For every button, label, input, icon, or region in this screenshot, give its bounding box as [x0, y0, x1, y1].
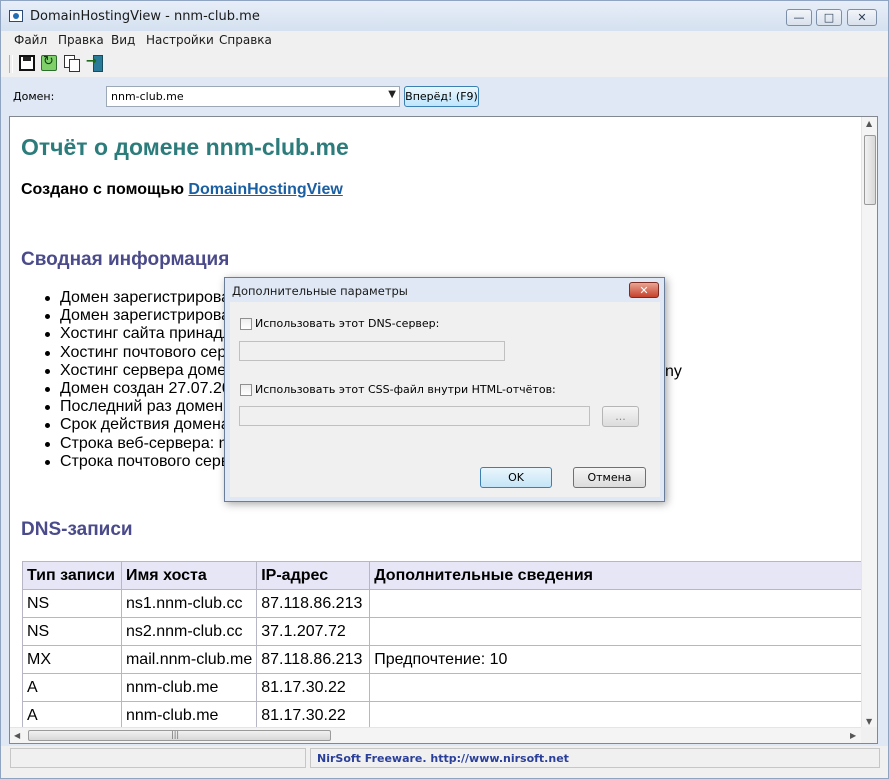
summary-item: Строка веб-сервера: n [42, 435, 236, 453]
summary-item: Хостинг сайта принадл [42, 325, 236, 343]
table-cell: 87.118.86.213 [256, 589, 371, 618]
table-cell: Предпочтение: 10 [369, 645, 862, 674]
table-cell: A [22, 673, 122, 702]
status-panel-right: NirSoft Freeware. http://www.nirsoft.net [310, 748, 880, 768]
refresh-icon[interactable] [41, 54, 57, 71]
column-header: Дополнительные сведения [369, 561, 862, 590]
summary-item: Хостинг почтового серв [42, 344, 236, 362]
scroll-up-icon[interactable]: ▲ [866, 119, 872, 128]
domain-combobox[interactable]: nnm-club.me ▼ [106, 86, 400, 107]
horizontal-scroll-thumb[interactable]: ||| [28, 730, 331, 741]
dialog-body: Использовать этот DNS-сервер: Использова… [230, 302, 660, 497]
summary-item: Последний раз домен о [42, 398, 236, 416]
minimize-button[interactable]: — [786, 9, 812, 26]
domain-value[interactable]: nnm-club.me [111, 90, 184, 103]
summary-item: Хостинг сервера доме [42, 362, 236, 380]
table-row: MX mail.nnm-club.me 87.118.86.213 Предпо… [22, 645, 862, 674]
browse-button[interactable]: ... [602, 406, 639, 427]
table-row: NS ns2.nnm-club.cc 37.1.207.72 [22, 617, 862, 646]
column-header: IP-адрес [256, 561, 371, 590]
column-header: Имя хоста [120, 561, 258, 590]
summary-list: Домен зарегистрирова Домен зарегистриров… [42, 289, 236, 471]
table-header-row: Тип записи Имя хоста IP-адрес Дополнител… [22, 561, 862, 590]
toolbar [1, 49, 888, 77]
menu-edit[interactable]: Правка [58, 33, 104, 47]
report-title: Отчёт о домене nnm-club.me [21, 134, 349, 160]
go-button[interactable]: Вперёд! (F9) [404, 86, 479, 107]
table-cell [369, 701, 862, 729]
summary-item: Домен создан 27.07.20 [42, 380, 236, 398]
table-cell: ns2.nnm-club.cc [120, 617, 258, 646]
table-cell: ns1.nnm-club.cc [120, 589, 258, 618]
scroll-grip-icon: ||| [171, 730, 180, 739]
css-file-label[interactable]: Использовать этот CSS-файл внутри HTML-о… [255, 383, 556, 396]
ok-button[interactable]: OK [480, 467, 552, 488]
dns-heading: DNS-записи [21, 519, 133, 540]
menu-settings[interactable]: Настройки [146, 33, 214, 47]
close-button[interactable]: ✕ [847, 9, 877, 26]
table-cell: 37.1.207.72 [256, 617, 371, 646]
dialog-close-button[interactable]: ✕ [629, 282, 659, 298]
table-cell: nnm-club.me [120, 701, 258, 729]
save-icon[interactable] [19, 55, 35, 71]
horizontal-scrollbar[interactable]: ◀ ||| ▶ [10, 727, 861, 743]
dns-server-input[interactable] [239, 341, 505, 361]
app-icon [9, 10, 23, 22]
menu-bar: Файл Правка Вид Настройки Справка [1, 31, 888, 49]
window-title: DomainHostingView - nnm-club.me [30, 9, 260, 24]
table-cell: nnm-club.me [120, 673, 258, 702]
table-cell: 87.118.86.213 [256, 645, 371, 674]
table-cell [369, 617, 862, 646]
summary-item: Срок действия домена [42, 416, 236, 434]
status-bar: NirSoft Freeware. http://www.nirsoft.net [1, 746, 888, 778]
table-cell [369, 673, 862, 702]
summary-heading: Сводная информация [21, 249, 230, 270]
table-cell: mail.nnm-club.me [120, 645, 258, 674]
exit-icon[interactable] [86, 54, 103, 72]
status-panel-left [10, 748, 306, 768]
summary-item: Домен зарегистрирова [42, 307, 236, 325]
domain-label: Домен: [13, 90, 55, 103]
scroll-corner [861, 727, 877, 743]
dns-server-label[interactable]: Использовать этот DNS-сервер: [255, 317, 439, 330]
table-cell: NS [22, 617, 122, 646]
table-cell: A [22, 701, 122, 729]
table-cell: 81.17.30.22 [256, 701, 371, 729]
css-file-checkbox[interactable] [240, 384, 252, 396]
created-by-prefix: Создано с помощью [21, 181, 189, 198]
table-cell: MX [22, 645, 122, 674]
table-row: A nnm-club.me 81.17.30.22 [22, 673, 862, 702]
column-header: Тип записи [22, 561, 122, 590]
copy-icon[interactable] [64, 55, 80, 72]
domainhostingview-link[interactable]: DomainHostingView [188, 181, 342, 198]
menu-help[interactable]: Справка [219, 33, 272, 47]
table-cell: NS [22, 589, 122, 618]
dns-table: Тип записи Имя хоста IP-адрес Дополнител… [22, 561, 862, 729]
scroll-left-icon[interactable]: ◀ [14, 731, 20, 740]
summary-item: Строка почтового серв [42, 453, 236, 471]
dialog-title: Дополнительные параметры [232, 284, 408, 298]
dns-server-checkbox[interactable] [240, 318, 252, 330]
chevron-down-icon[interactable]: ▼ [388, 89, 396, 100]
cancel-button[interactable]: Отмена [573, 467, 646, 488]
css-file-input[interactable] [239, 406, 590, 426]
vertical-scroll-thumb[interactable] [864, 135, 876, 205]
menu-view[interactable]: Вид [111, 33, 135, 47]
maximize-button[interactable]: □ [816, 9, 842, 26]
vertical-scrollbar[interactable]: ▲ ▼ [861, 117, 877, 729]
table-cell: 81.17.30.22 [256, 673, 371, 702]
table-row: A nnm-club.me 81.17.30.22 [22, 701, 862, 729]
created-by-line: Создано с помощью DomainHostingView [21, 181, 343, 199]
table-cell [369, 589, 862, 618]
scroll-down-icon[interactable]: ▼ [866, 717, 872, 726]
summary-item-tail: ny [665, 363, 682, 380]
menu-file[interactable]: Файл [14, 33, 47, 47]
scroll-right-icon[interactable]: ▶ [850, 731, 856, 740]
summary-item: Домен зарегистрирова [42, 289, 236, 307]
table-row: NS ns1.nnm-club.cc 87.118.86.213 [22, 589, 862, 618]
nirsoft-link[interactable]: NirSoft Freeware. http://www.nirsoft.net [317, 752, 569, 765]
advanced-options-dialog: Дополнительные параметры ✕ Использовать … [224, 277, 665, 502]
toolbar-grip [9, 55, 13, 73]
